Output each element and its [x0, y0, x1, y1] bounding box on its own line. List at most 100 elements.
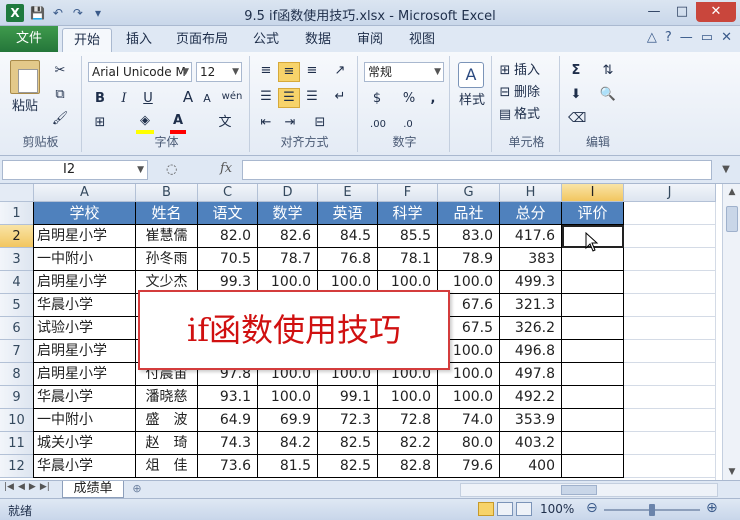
- row-header[interactable]: 6: [0, 317, 34, 340]
- table-cell[interactable]: 72.8: [378, 409, 438, 432]
- table-header-cell[interactable]: 品社: [438, 202, 500, 225]
- decrease-decimal-icon[interactable]: .0: [396, 116, 420, 134]
- row-header[interactable]: 7: [0, 340, 34, 363]
- vertical-scrollbar[interactable]: ▲ ▼: [722, 184, 740, 480]
- format-button[interactable]: 格式: [514, 106, 554, 124]
- table-cell[interactable]: 潘晓慈: [136, 386, 198, 409]
- cut-icon[interactable]: ✂: [50, 62, 70, 80]
- copy-icon[interactable]: ⧉: [50, 86, 70, 104]
- chevron-down-icon[interactable]: ▼: [232, 63, 239, 81]
- column-header[interactable]: F: [378, 184, 438, 202]
- table-cell[interactable]: 孙冬雨: [136, 248, 198, 271]
- tab-insert[interactable]: 插入: [116, 28, 162, 52]
- column-header[interactable]: G: [438, 184, 500, 202]
- zoom-level[interactable]: 100%: [540, 502, 574, 516]
- zoom-slider[interactable]: [604, 504, 700, 516]
- table-cell[interactable]: 82.8: [378, 455, 438, 478]
- phonetic-guide-button[interactable]: wén: [218, 88, 246, 106]
- row-header[interactable]: 10: [0, 409, 34, 432]
- cancel-edit-icon[interactable]: ◌: [166, 162, 177, 177]
- tab-formulas[interactable]: 公式: [244, 28, 288, 52]
- horizontal-scrollbar[interactable]: [460, 483, 718, 497]
- column-header[interactable]: D: [258, 184, 318, 202]
- table-cell[interactable]: 82.2: [378, 432, 438, 455]
- table-cell[interactable]: 353.9: [500, 409, 562, 432]
- row-header[interactable]: 12: [0, 455, 34, 478]
- fill-color-icon[interactable]: ◈: [136, 112, 154, 130]
- table-cell[interactable]: [562, 363, 624, 386]
- help-icon[interactable]: ?: [665, 30, 672, 45]
- chevron-down-icon[interactable]: ▼: [137, 161, 144, 179]
- horizontal-scroll-thumb[interactable]: [561, 485, 597, 495]
- table-header-cell[interactable]: 语文: [198, 202, 258, 225]
- scroll-down-icon[interactable]: ▼: [723, 464, 740, 480]
- table-cell[interactable]: 100.0: [378, 386, 438, 409]
- border-icon[interactable]: ⊞: [92, 114, 108, 132]
- row-header[interactable]: 3: [0, 248, 34, 271]
- styles-button[interactable]: 样式: [452, 92, 492, 110]
- table-cell[interactable]: 82.5: [318, 432, 378, 455]
- table-cell[interactable]: 一中附小: [34, 409, 136, 432]
- table-cell[interactable]: 一中附小: [34, 248, 136, 271]
- formula-input[interactable]: [242, 160, 712, 180]
- table-cell[interactable]: 华晨小学: [34, 294, 136, 317]
- autosum-button[interactable]: Σ: [568, 62, 584, 80]
- insert-cells-icon[interactable]: ⊞: [498, 62, 512, 80]
- chevron-down-icon[interactable]: ▼: [182, 63, 189, 81]
- table-cell[interactable]: 华晨小学: [34, 386, 136, 409]
- table-cell[interactable]: 93.1: [198, 386, 258, 409]
- table-header-cell[interactable]: 姓名: [136, 202, 198, 225]
- table-cell[interactable]: [562, 271, 624, 294]
- sort-filter-icon[interactable]: ⇅: [596, 62, 620, 80]
- vertical-scroll-thumb[interactable]: [726, 206, 738, 232]
- table-cell[interactable]: 84.2: [258, 432, 318, 455]
- row-header[interactable]: 2: [0, 225, 34, 248]
- table-cell[interactable]: [562, 455, 624, 478]
- column-header[interactable]: A: [34, 184, 136, 202]
- delete-cells-icon[interactable]: ⊟: [498, 84, 512, 102]
- minimize-ribbon-icon[interactable]: △: [647, 30, 657, 45]
- table-cell[interactable]: [562, 340, 624, 363]
- shrink-font-button[interactable]: A: [200, 90, 214, 108]
- table-cell[interactable]: 326.2: [500, 317, 562, 340]
- table-cell[interactable]: [562, 317, 624, 340]
- row-header[interactable]: 9: [0, 386, 34, 409]
- phonetic-settings-icon[interactable]: 文: [212, 114, 238, 132]
- row-header[interactable]: 8: [0, 363, 34, 386]
- table-cell[interactable]: 76.8: [318, 248, 378, 271]
- format-painter-icon[interactable]: 🖌: [50, 110, 70, 128]
- normal-view-button[interactable]: [478, 502, 494, 516]
- column-header[interactable]: I: [562, 184, 624, 202]
- tab-page-layout[interactable]: 页面布局: [170, 28, 234, 52]
- table-cell[interactable]: 74.0: [438, 409, 500, 432]
- table-cell[interactable]: 69.9: [258, 409, 318, 432]
- table-cell[interactable]: 73.6: [198, 455, 258, 478]
- paste-button[interactable]: 粘贴: [8, 98, 42, 116]
- table-cell[interactable]: 85.5: [378, 225, 438, 248]
- align-bottom-icon[interactable]: ≡: [302, 62, 322, 80]
- name-box[interactable]: I2 ▼: [2, 160, 148, 180]
- table-cell[interactable]: 74.3: [198, 432, 258, 455]
- fill-icon[interactable]: ⬇: [568, 86, 584, 104]
- table-header-cell[interactable]: 总分: [500, 202, 562, 225]
- align-right-icon[interactable]: ☰: [302, 88, 322, 106]
- table-cell[interactable]: 启明星小学: [34, 363, 136, 386]
- table-header-cell[interactable]: 评价: [562, 202, 624, 225]
- tab-review[interactable]: 审阅: [348, 28, 392, 52]
- workbook-close-icon[interactable]: ✕: [721, 30, 732, 45]
- page-break-view-button[interactable]: [516, 502, 532, 516]
- styles-icon[interactable]: A: [458, 62, 484, 88]
- bold-button[interactable]: B: [92, 90, 108, 108]
- last-sheet-icon[interactable]: ▶|: [40, 482, 50, 492]
- table-cell[interactable]: 81.5: [258, 455, 318, 478]
- row-header[interactable]: 5: [0, 294, 34, 317]
- row-header[interactable]: 1: [0, 202, 34, 225]
- tab-home[interactable]: 开始: [62, 28, 112, 52]
- table-cell[interactable]: 321.3: [500, 294, 562, 317]
- align-top-icon[interactable]: ≡: [256, 62, 276, 80]
- insert-button[interactable]: 插入: [514, 62, 554, 80]
- tab-file[interactable]: 文件: [0, 26, 58, 52]
- zoom-in-icon[interactable]: ⊕: [706, 500, 718, 516]
- font-name-field[interactable]: Arial Unicode M ▼: [88, 62, 192, 82]
- find-select-icon[interactable]: 🔍: [596, 86, 620, 104]
